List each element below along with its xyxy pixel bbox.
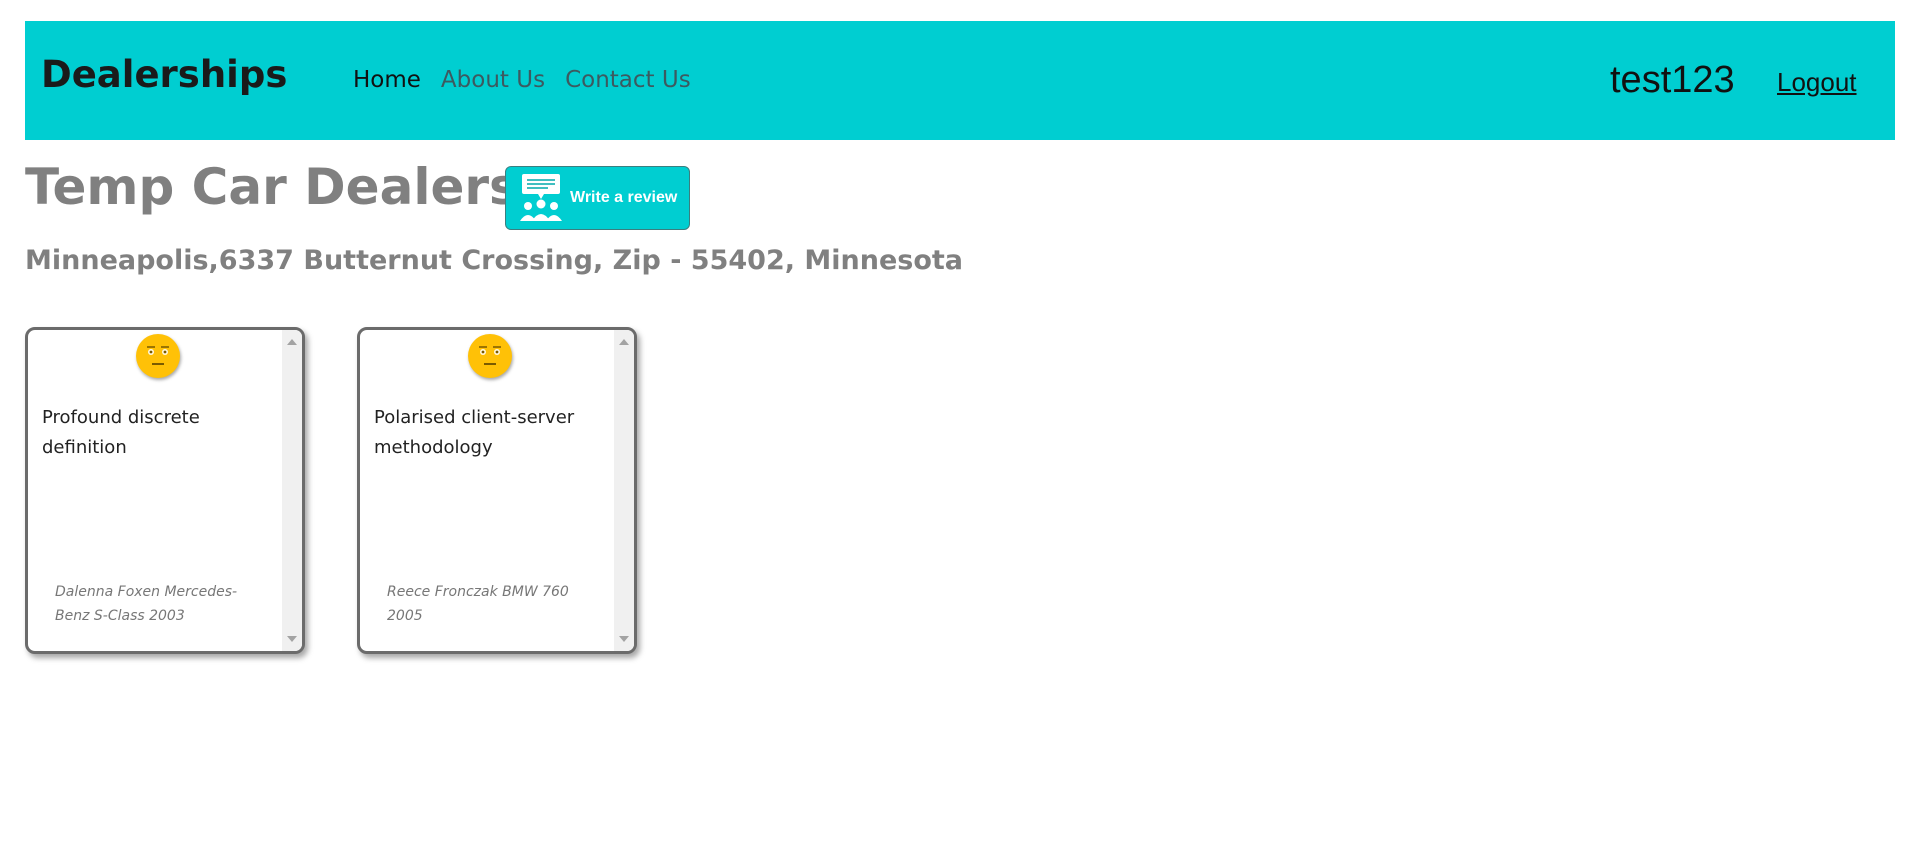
nav-link-contact-us[interactable]: Contact Us xyxy=(565,67,691,93)
nav-link-home[interactable]: Home xyxy=(353,67,421,93)
review-people-icon xyxy=(520,174,562,221)
scroll-down-arrow-icon[interactable] xyxy=(619,636,629,642)
logout-link[interactable]: Logout xyxy=(1777,67,1857,98)
dealer-address: Minneapolis,6337 Butternut Crossing, Zip… xyxy=(25,245,964,276)
write-review-button[interactable]: Write a review xyxy=(505,166,690,230)
top-navbar: Dealerships Home About Us Contact Us tes… xyxy=(25,21,1895,140)
nav-links: Home About Us Contact Us xyxy=(353,67,711,93)
review-text: Profound discrete definition xyxy=(42,407,200,458)
scroll-up-arrow-icon[interactable] xyxy=(287,339,297,345)
username: test123 xyxy=(1610,59,1735,101)
neutral-face-icon xyxy=(468,334,512,378)
neutral-face-icon xyxy=(136,334,180,378)
reviewer-info: Reece Fronczak BMW 760 2005 xyxy=(387,584,569,624)
scroll-down-arrow-icon[interactable] xyxy=(287,636,297,642)
review-card: Polarised client-server methodology Reec… xyxy=(357,327,637,654)
nav-link-about-us[interactable]: About Us xyxy=(441,67,545,93)
reviewer-info: Dalenna Foxen Mercedes-Benz S-Class 2003 xyxy=(55,584,238,624)
write-review-label: Write a review xyxy=(570,189,678,206)
review-card: Profound discrete definition Dalenna Fox… xyxy=(25,327,305,654)
card-scrollbar[interactable] xyxy=(614,330,634,651)
card-scrollbar[interactable] xyxy=(282,330,302,651)
brand-title[interactable]: Dealerships xyxy=(41,53,287,96)
review-text: Polarised client-server methodology xyxy=(374,407,575,458)
scroll-up-arrow-icon[interactable] xyxy=(619,339,629,345)
